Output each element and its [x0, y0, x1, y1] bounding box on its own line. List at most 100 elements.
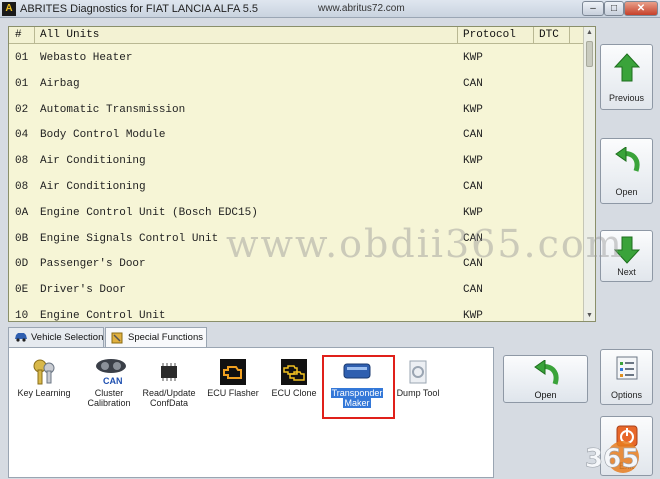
dump-tool-button[interactable]: Dump Tool	[388, 358, 448, 398]
table-row[interactable]: 02 Automatic Transmission KWP	[9, 97, 585, 123]
special-functions-panel: Key Learning CAN Cluster Calibration Read…	[8, 347, 494, 478]
watermark: www.obdii365.com	[226, 222, 624, 266]
scroll-up-icon[interactable]: ▲	[584, 27, 595, 38]
tab-label: Vehicle Selection	[31, 332, 104, 343]
row-protocol: CAN	[463, 284, 483, 297]
table-row[interactable]: 08 Air Conditioning CAN	[9, 174, 585, 200]
row-unit-name: Automatic Transmission	[40, 103, 186, 116]
function-label-line2: ConfData	[149, 398, 189, 408]
table-row[interactable]: 04 Body Control Module CAN	[9, 122, 585, 148]
window-url: www.abritus72.com	[318, 3, 405, 14]
function-label-line2: Calibration	[87, 398, 131, 408]
badge-text: 365	[585, 444, 639, 474]
open-arrow-icon	[534, 360, 559, 385]
cluster-calibration-button[interactable]: CAN Cluster Calibration	[79, 358, 139, 408]
arrow-up-icon	[614, 53, 640, 82]
row-num: 01	[15, 77, 29, 90]
row-num: 0A	[15, 206, 29, 219]
tab-special-functions[interactable]: Special Functions	[105, 327, 207, 348]
function-label: Key Learning	[17, 388, 71, 398]
row-num: 04	[15, 129, 29, 142]
close-button[interactable]: ✕	[624, 1, 658, 16]
selection-highlight	[322, 355, 395, 419]
read-update-confdata-button[interactable]: Read/Update ConfData	[140, 358, 198, 408]
title-bar: A ABRITES Diagnostics for FIAT LANCIA AL…	[0, 0, 660, 18]
row-num: 0E	[15, 284, 29, 297]
previous-label: Previous	[608, 93, 644, 103]
svg-text:CAN: CAN	[103, 376, 123, 386]
table-row[interactable]: 08 Air Conditioning KWP	[9, 148, 585, 174]
options-icon	[616, 356, 638, 380]
dump-tool-icon	[409, 360, 427, 384]
tab-vehicle-selection[interactable]: Vehicle Selection	[8, 327, 104, 347]
row-num: 01	[15, 52, 29, 64]
row-num: 02	[15, 103, 29, 116]
column-header-dtc[interactable]: DTC	[539, 29, 559, 41]
can-cluster-icon: CAN	[96, 359, 126, 386]
options-button[interactable]: Options	[600, 349, 653, 405]
ecu-clone-button[interactable]: ECU Clone	[264, 358, 324, 398]
function-label: Dump Tool	[396, 388, 440, 398]
open-nav-button[interactable]: Open	[600, 138, 653, 204]
row-protocol: CAN	[463, 180, 483, 193]
scroll-thumb[interactable]	[586, 41, 593, 67]
row-num: 0B	[15, 232, 29, 245]
function-label: Read/Update	[142, 388, 196, 398]
app-logo-icon: A	[2, 2, 16, 16]
function-label: Cluster	[94, 388, 124, 398]
units-table: # All Units Protocol DTC 01 Webasto Heate…	[8, 26, 596, 322]
tools-icon	[111, 332, 123, 344]
row-num: 08	[15, 155, 29, 168]
key-learning-button[interactable]: Key Learning	[14, 358, 74, 398]
next-label: Next	[617, 267, 636, 277]
engine-warning-icon	[220, 359, 246, 385]
column-header-units[interactable]: All Units	[40, 29, 99, 41]
tab-label: Special Functions	[128, 332, 203, 343]
open-button[interactable]: Open	[503, 355, 588, 403]
vertical-scrollbar[interactable]: ▲ ▼	[583, 27, 595, 321]
row-protocol: KWP	[463, 309, 483, 322]
row-protocol: KWP	[463, 103, 483, 116]
table-row[interactable]: 10 Engine Control Unit KWP	[9, 303, 585, 322]
obdii365-logo-icon: 365	[585, 441, 640, 474]
table-row[interactable]: 01 Airbag CAN	[9, 71, 585, 97]
table-row[interactable]: 0E Driver's Door CAN	[9, 277, 585, 303]
previous-button[interactable]: Previous	[600, 44, 653, 110]
column-divider	[34, 27, 35, 44]
scroll-down-icon[interactable]: ▼	[584, 310, 595, 321]
ecu-flasher-button[interactable]: ECU Flasher	[203, 358, 263, 398]
maximize-button[interactable]: □	[604, 1, 624, 16]
open-nav-label: Open	[615, 187, 638, 197]
row-unit-name: Body Control Module	[40, 129, 166, 142]
row-protocol: KWP	[463, 206, 483, 219]
column-header-protocol[interactable]: Protocol	[463, 29, 516, 41]
row-unit-name: Air Conditioning	[40, 180, 146, 193]
row-unit-name: Driver's Door	[40, 284, 126, 297]
row-unit-name: Passenger's Door	[40, 258, 146, 271]
chip-icon	[161, 363, 177, 381]
close-icon: ✕	[636, 3, 646, 14]
keys-icon	[33, 359, 55, 385]
row-num: 08	[15, 180, 29, 193]
maximize-icon: □	[610, 3, 618, 14]
row-unit-name: Engine Control Unit (Bosch EDC15)	[40, 206, 258, 219]
row-unit-name: Engine Control Unit	[40, 309, 166, 322]
open-label: Open	[534, 390, 557, 400]
column-divider	[457, 27, 458, 44]
table-row[interactable]: 01 Webasto Heater KWP	[9, 45, 585, 71]
row-unit-name: Webasto Heater	[40, 52, 133, 64]
row-num: 10	[15, 309, 29, 322]
function-label: ECU Flasher	[207, 388, 259, 398]
window-title: ABRITES Diagnostics for FIAT LANCIA ALFA…	[20, 3, 259, 15]
function-label: ECU Clone	[271, 388, 317, 398]
table-body: 01 Webasto Heater KWP 01 Airbag CAN 02 Automa…	[9, 45, 585, 322]
minimize-button[interactable]: –	[582, 1, 604, 16]
row-unit-name: Air Conditioning	[40, 155, 146, 168]
options-label: Options	[610, 390, 643, 400]
column-header-num[interactable]: #	[15, 29, 22, 41]
row-protocol: CAN	[463, 77, 483, 90]
engine-clone-icon	[281, 359, 307, 385]
minimize-icon: –	[590, 3, 596, 14]
row-protocol: CAN	[463, 129, 483, 142]
row-unit-name: Engine Signals Control Unit	[40, 232, 219, 245]
